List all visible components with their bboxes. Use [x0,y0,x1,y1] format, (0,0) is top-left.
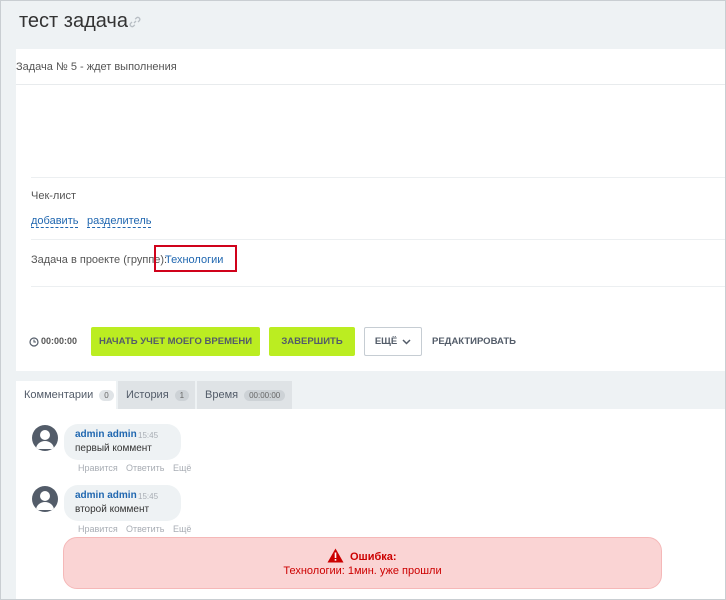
link-icon[interactable] [129,16,141,28]
error-notification [63,537,662,589]
avatar[interactable] [32,486,58,512]
user-icon [36,491,54,510]
like-link[interactable]: Нравится [78,463,118,473]
tab-badge: 00:00:00 [244,389,286,401]
like-link[interactable]: Нравится [78,524,118,534]
avatar[interactable] [32,425,58,451]
checklist-separator-link[interactable]: разделитель [87,215,152,228]
comment-time: 15:45 [138,492,159,501]
user-icon [36,430,54,449]
comment-text: второй коммент [75,504,150,515]
divider [31,286,725,287]
reply-link[interactable]: Ответить [126,463,164,473]
project-link[interactable]: Технологии [165,254,223,266]
comment-more-link[interactable]: Ещё [173,524,191,534]
start-time-tracking-button[interactable]: НАЧАТЬ УЧЕТ МОЕГО ВРЕМЕНИ [91,327,260,356]
comment-author[interactable]: admin admin [75,429,137,440]
tab-label: История [126,389,169,401]
tab-history[interactable]: История 1 [118,381,195,409]
divider [31,239,725,240]
warning-icon [327,548,344,563]
tab-badge: 0 [99,389,114,401]
reply-link[interactable]: Ответить [126,524,164,534]
tab-label: Комментарии [24,389,94,401]
timer-value: 00:00:00 [41,336,78,346]
more-button-label: ЕЩЁ [374,336,398,347]
checklist-title: Чек-лист [31,190,77,202]
divider [16,84,725,85]
edit-button[interactable]: РЕДАКТИРОВАТЬ [432,336,516,347]
error-title: Ошибка: [350,551,397,563]
comment-time: 15:45 [138,431,159,440]
project-label: Задача в проекте (группе): [31,254,168,266]
divider [31,177,725,178]
comment-more-link[interactable]: Ещё [173,463,191,473]
page-title: тест задача [19,10,128,32]
finish-button[interactable]: ЗАВЕРШИТЬ [269,327,355,356]
tab-time[interactable]: Время 00:00:00 [197,381,292,409]
tab-badge: 1 [174,389,190,401]
comment-author[interactable]: admin admin [75,490,137,501]
checklist-add-link[interactable]: добавить [31,215,79,228]
chevron-down-icon [402,338,411,345]
error-message: Технологии: 1мин. уже прошли [283,565,442,577]
task-window: тест задача Задача № 5 - ждет выполнения… [0,0,726,600]
comment-text: первый коммент [75,443,152,454]
tab-comments[interactable]: Комментарии 0 [16,381,116,409]
task-status-header: Задача № 5 - ждет выполнения [16,61,177,73]
clock-icon [29,337,39,347]
more-button[interactable]: ЕЩЁ [364,327,422,356]
tab-label: Время [205,389,239,401]
